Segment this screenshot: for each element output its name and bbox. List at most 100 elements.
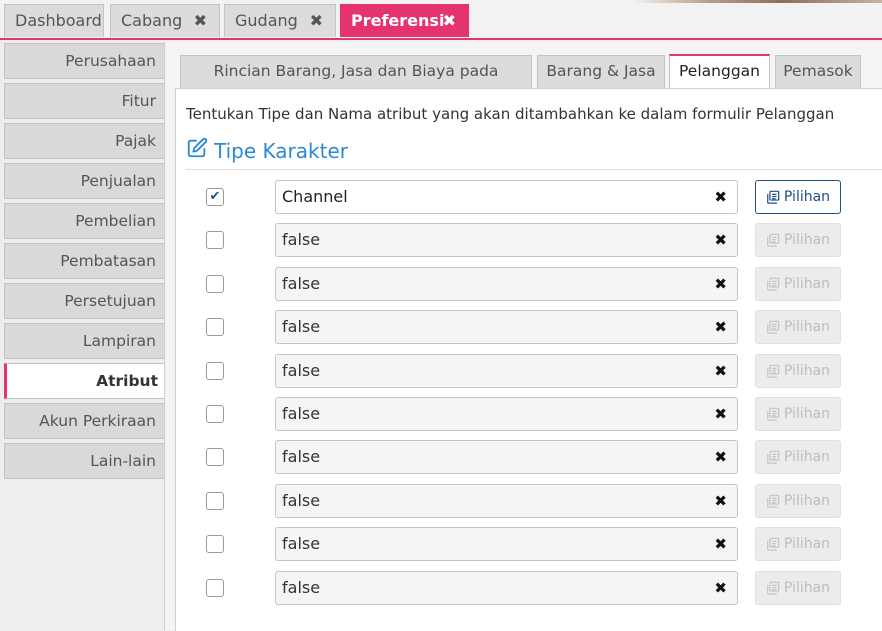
clear-icon[interactable]: ✖	[714, 572, 727, 604]
section-title: Tipe Karakter	[186, 137, 348, 164]
attribute-name-value: Channel	[282, 187, 348, 206]
sidebar-item-persetujuan[interactable]: Persetujuan	[4, 283, 164, 319]
pilihan-button-label: Pilihan	[783, 536, 831, 553]
sidebar-item-fitur[interactable]: Fitur	[4, 83, 164, 119]
sidebar-item-penjualan[interactable]: Penjualan	[4, 163, 164, 199]
pilihan-button-label: Pilihan	[783, 362, 831, 379]
sidebar-item-atribut-tambahan[interactable]: Atribut Tambahan	[4, 363, 166, 424]
tab-content: Tentukan Tipe dan Nama atribut yang akan…	[175, 88, 882, 631]
attribute-name-input[interactable]: false ✖	[275, 570, 738, 605]
attribute-row: false ✖ Pilihan	[176, 440, 882, 475]
attribute-name-value: false	[282, 490, 321, 510]
copy-icon	[766, 233, 780, 248]
attribute-checkbox[interactable]	[206, 491, 224, 510]
pilihan-button-label: Pilihan	[783, 319, 831, 336]
attribute-name-value: false	[282, 317, 321, 337]
attribute-name-input[interactable]: false ✖	[275, 397, 738, 431]
pilihan-button[interactable]: Pilihan	[755, 310, 841, 345]
attribute-checkbox[interactable]: ✔	[206, 188, 224, 206]
attribute-checkbox[interactable]	[206, 361, 224, 380]
pilihan-button-label: Pilihan	[783, 275, 831, 292]
attribute-name-input[interactable]: Channel ✖	[275, 180, 738, 214]
close-icon[interactable]: ✖	[443, 5, 456, 36]
subtab-rincian[interactable]: Rincian Barang, Jasa dan Biaya pada Form…	[180, 55, 532, 111]
divider	[186, 169, 882, 170]
attribute-row: false ✖ Pilihan	[176, 397, 882, 431]
edit-icon	[186, 137, 208, 164]
pilihan-button[interactable]: Pilihan	[755, 180, 841, 214]
pilihan-button[interactable]: Pilihan	[755, 527, 841, 562]
tab-cabang[interactable]: Cabang ✖	[110, 4, 220, 37]
tab-label: Dashboard	[15, 11, 102, 30]
description-text: Tentukan Tipe dan Nama atribut yang akan…	[186, 105, 835, 123]
attribute-name-input[interactable]: false ✖	[275, 353, 738, 388]
subtab-pelanggan[interactable]: Pelanggan	[669, 54, 770, 89]
attribute-name-value: false	[282, 534, 321, 554]
attribute-name-input[interactable]: false ✖	[275, 266, 738, 301]
pilihan-button[interactable]: Pilihan	[755, 397, 841, 431]
attribute-row: false ✖ Pilihan	[176, 353, 882, 388]
pilihan-button[interactable]: Pilihan	[755, 223, 841, 258]
pilihan-button[interactable]: Pilihan	[755, 570, 841, 605]
tab-dashboard[interactable]: Dashboard	[4, 4, 104, 37]
attribute-name-input[interactable]: false ✖	[275, 310, 738, 345]
attribute-row: false ✖ Pilihan	[176, 483, 882, 518]
tab-preferensi[interactable]: Preferensi ✖	[340, 4, 469, 37]
tab-label: Cabang	[121, 11, 183, 30]
section-title-text: Tipe Karakter	[214, 138, 348, 163]
clear-icon[interactable]: ✖	[714, 355, 727, 387]
sidebar-item-pembatasan[interactable]: Pembatasan	[4, 243, 164, 279]
top-tab-bar: Dashboard Cabang ✖ Gudang ✖ Preferensi ✖	[0, 0, 882, 40]
tab-gudang[interactable]: Gudang ✖	[224, 4, 336, 37]
attribute-checkbox[interactable]	[206, 274, 224, 293]
copy-icon	[766, 537, 780, 551]
main-panel: Rincian Barang, Jasa dan Biaya pada Form…	[164, 42, 882, 631]
copy-icon	[766, 190, 780, 204]
attribute-checkbox[interactable]	[206, 231, 224, 250]
clear-icon[interactable]: ✖	[714, 181, 727, 213]
subtab-pemasok[interactable]: Pemasok	[775, 55, 861, 88]
clear-icon[interactable]: ✖	[714, 528, 727, 560]
attribute-name-value: false	[282, 577, 321, 597]
sidebar-item-perusahaan[interactable]: Perusahaan	[4, 43, 164, 79]
attribute-checkbox[interactable]	[206, 578, 224, 597]
pilihan-button-label: Pilihan	[783, 579, 831, 596]
clear-icon[interactable]: ✖	[714, 441, 727, 473]
pilihan-button-label: Pilihan	[783, 492, 831, 509]
attribute-name-input[interactable]: false ✖	[275, 483, 738, 518]
pilihan-button[interactable]: Pilihan	[755, 353, 841, 388]
copy-icon	[766, 494, 780, 508]
close-icon[interactable]: ✖	[310, 5, 323, 36]
attribute-row: false ✖ Pilihan	[176, 527, 882, 562]
sidebar-item-pembelian[interactable]: Pembelian	[4, 203, 164, 239]
attribute-checkbox[interactable]	[206, 535, 224, 554]
clear-icon[interactable]: ✖	[714, 311, 727, 343]
tab-label: Preferensi	[351, 11, 445, 30]
clear-icon[interactable]: ✖	[714, 485, 727, 517]
pilihan-button[interactable]: Pilihan	[755, 440, 841, 475]
sidebar-item-lain-lain[interactable]: Lain-lain	[4, 443, 164, 479]
pilihan-button[interactable]: Pilihan	[755, 483, 841, 518]
sidebar-item-pajak[interactable]: Pajak	[4, 123, 164, 159]
clear-icon[interactable]: ✖	[714, 224, 727, 256]
attribute-name-input[interactable]: false ✖	[275, 527, 738, 562]
attribute-name-input[interactable]: false ✖	[275, 223, 738, 258]
attribute-checkbox[interactable]	[206, 448, 224, 467]
tab-label: Gudang	[235, 11, 298, 30]
pilihan-button-label: Pilihan	[783, 189, 831, 205]
sidebar-item-lampiran[interactable]: Lampiran	[4, 323, 164, 359]
attribute-name-value: false	[282, 360, 321, 380]
sidebar-item-akun-perkiraan[interactable]: Akun Perkiraan	[4, 403, 164, 439]
clear-icon[interactable]: ✖	[714, 398, 727, 430]
attribute-name-value: false	[282, 447, 321, 467]
attribute-name-input[interactable]: false ✖	[275, 440, 738, 475]
attribute-checkbox[interactable]	[206, 405, 224, 423]
header-decoration	[632, 0, 882, 3]
attribute-row: false ✖ Pilihan	[176, 223, 882, 258]
close-icon[interactable]: ✖	[194, 5, 207, 36]
pilihan-button-label: Pilihan	[783, 232, 831, 249]
subtab-barang-jasa[interactable]: Barang & Jasa	[537, 55, 665, 88]
attribute-checkbox[interactable]	[206, 318, 224, 337]
clear-icon[interactable]: ✖	[714, 268, 727, 300]
pilihan-button[interactable]: Pilihan	[755, 266, 841, 301]
